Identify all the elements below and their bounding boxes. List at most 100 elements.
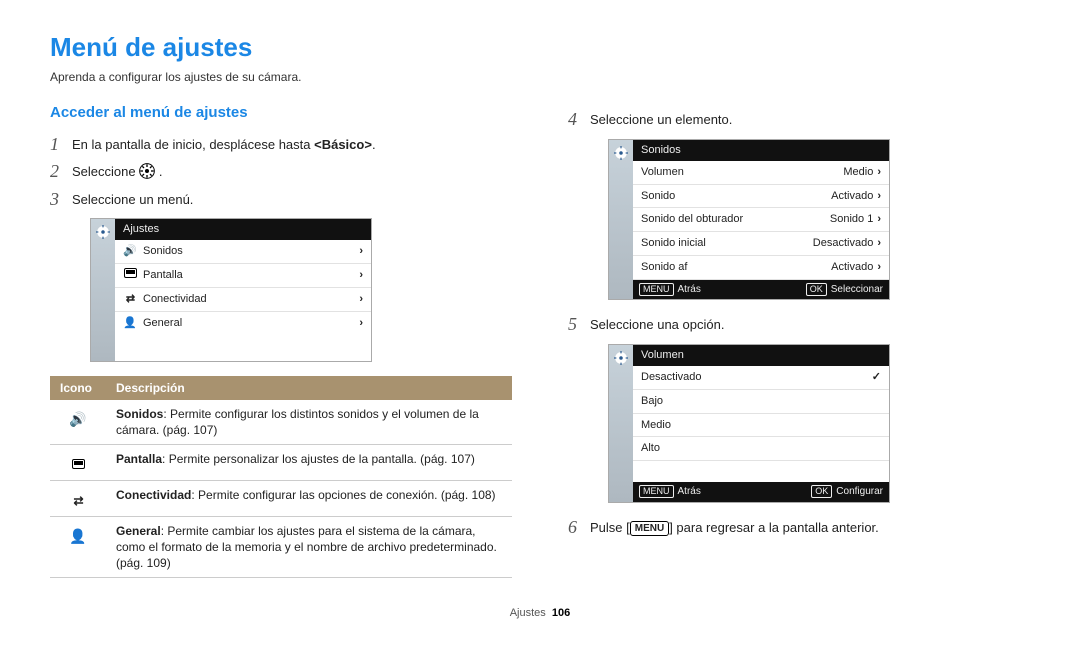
step-1-c: . — [372, 137, 376, 152]
menu-row-general[interactable]: 👤 General › — [115, 312, 371, 335]
menu-button-badge: MENU — [630, 521, 669, 536]
gear-icon — [139, 163, 155, 179]
row-label: Sonido — [641, 189, 675, 204]
general-icon: 👤 — [50, 516, 106, 578]
step-3-text: Seleccione un menú. — [72, 189, 193, 209]
general-icon: 👤 — [123, 316, 137, 331]
step-5-text: Seleccione una opción. — [590, 314, 724, 334]
screen-icon — [123, 268, 137, 283]
gear-tab-icon — [614, 146, 628, 165]
footer-ok[interactable]: Seleccionar — [831, 284, 883, 295]
step-number: 1 — [50, 134, 72, 156]
camera-ui-volume: Volumen Desactivado ✓ Bajo Medio Alto ME… — [608, 344, 890, 503]
footer-back[interactable]: Atrás — [678, 486, 701, 497]
screen-icon — [50, 445, 106, 481]
camera-tab-column — [609, 140, 633, 300]
menu-row-sounds[interactable]: 🔊 Sonidos › — [115, 240, 371, 264]
menu-badge: MENU — [639, 485, 674, 498]
chevron-right-icon: › — [359, 268, 363, 283]
row-label: Sonido del obturador — [641, 212, 743, 227]
chevron-right-icon: › — [359, 316, 363, 331]
ok-badge: OK — [811, 485, 832, 498]
page-footer: Ajustes 106 — [50, 606, 1030, 621]
desc-screen: Pantalla: Permite personalizar los ajust… — [106, 445, 512, 481]
camera-header: Sonidos — [633, 140, 889, 161]
gear-tab-icon — [614, 351, 628, 370]
menu-label: Sonidos — [143, 244, 183, 259]
camera-header: Volumen — [633, 345, 889, 366]
sound-icon: 🔊 — [123, 244, 137, 259]
camera-footer: MENUAtrás OKSeleccionar — [633, 280, 889, 300]
row-value: Sonido 1 — [830, 212, 873, 227]
step-2-b: . — [159, 164, 163, 179]
volume-row-high[interactable]: Alto — [633, 437, 889, 461]
volume-row-low[interactable]: Bajo — [633, 390, 889, 414]
sound-icon: 🔊 — [50, 400, 106, 445]
desc-connectivity: Conectividad: Permite configurar las opc… — [106, 480, 512, 516]
menu-row-connectivity[interactable]: ⇄ Conectividad › — [115, 288, 371, 312]
row-value: Activado — [831, 189, 873, 204]
connectivity-icon: ⇄ — [50, 480, 106, 516]
gear-tab-icon — [96, 225, 110, 244]
camera-ui-settings: Ajustes 🔊 Sonidos › Pantalla › ⇄ Conectivi… — [90, 218, 372, 361]
sounds-row-shutter[interactable]: Sonido del obturador Sonido 1 › — [633, 208, 889, 232]
footer-page: 106 — [552, 607, 570, 619]
connectivity-icon: ⇄ — [123, 292, 137, 307]
chevron-right-icon: › — [877, 212, 881, 227]
step-6-b: ] para regresar a la pantalla anterior. — [669, 520, 879, 535]
step-1-bold: <Básico> — [314, 137, 372, 152]
step-2-text: Seleccione . — [72, 161, 162, 181]
footer-ok[interactable]: Configurar — [836, 486, 883, 497]
sounds-row-startup[interactable]: Sonido inicial Desactivado› — [633, 232, 889, 256]
row-label: Sonido af — [641, 260, 687, 275]
row-label: Desactivado — [641, 370, 702, 385]
menu-label: Conectividad — [143, 292, 207, 307]
menu-label: Pantalla — [143, 268, 183, 283]
ok-badge: OK — [806, 283, 827, 296]
row-label: Sonido inicial — [641, 236, 706, 251]
step-1-text: En la pantalla de inicio, desplácese has… — [72, 134, 376, 154]
volume-row-medium[interactable]: Medio — [633, 414, 889, 438]
row-value: Medio — [843, 165, 873, 180]
step-number: 3 — [50, 189, 72, 211]
step-6-text: Pulse [MENU] para regresar a la pantalla… — [590, 517, 879, 537]
footer-back[interactable]: Atrás — [678, 284, 701, 295]
row-label: Volumen — [641, 165, 684, 180]
camera-footer: MENU Atrás OK Configurar — [633, 482, 889, 502]
camera-tab-column — [609, 345, 633, 502]
row-value: Activado — [831, 260, 873, 275]
menu-row-screen[interactable]: Pantalla › — [115, 264, 371, 288]
step-number: 2 — [50, 161, 72, 183]
step-2-a: Seleccione — [72, 164, 139, 179]
row-label: Medio — [641, 418, 671, 433]
th-desc: Descripción — [106, 376, 512, 400]
step-6-a: Pulse [ — [590, 520, 630, 535]
subtitle: Acceder al menú de ajustes — [50, 103, 512, 123]
row-label: Bajo — [641, 394, 663, 409]
step-number: 5 — [568, 314, 590, 336]
camera-header: Ajustes — [115, 219, 371, 240]
step-1-a: En la pantalla de inicio, desplácese has… — [72, 137, 314, 152]
th-icon: Icono — [50, 376, 106, 400]
sounds-row-af[interactable]: Sonido af Activado › — [633, 256, 889, 280]
check-icon: ✓ — [872, 370, 881, 385]
step-number: 4 — [568, 109, 590, 131]
chevron-right-icon: › — [877, 189, 881, 204]
icon-table: Icono Descripción 🔊 Sonidos: Permite con… — [50, 376, 512, 579]
chevron-right-icon: › — [359, 292, 363, 307]
desc-sounds: Sonidos: Permite configurar los distinto… — [106, 400, 512, 445]
desc-general: General: Permite cambiar los ajustes par… — [106, 516, 512, 578]
chevron-right-icon: › — [359, 244, 363, 259]
step-number: 6 — [568, 517, 590, 539]
volume-row-off[interactable]: Desactivado ✓ — [633, 366, 889, 390]
camera-ui-sounds: Sonidos Volumen Medio› Sonido Activado› … — [608, 139, 890, 301]
footer-label: Ajustes — [510, 607, 546, 619]
chevron-right-icon: › — [877, 165, 881, 180]
chevron-right-icon: › — [877, 260, 881, 275]
page-title: Menú de ajustes — [50, 30, 1030, 65]
sounds-row-volume[interactable]: Volumen Medio › — [633, 161, 889, 185]
camera-tab-column — [91, 219, 115, 360]
page-intro: Aprenda a configurar los ajustes de su c… — [50, 69, 1030, 85]
menu-label: General — [143, 316, 182, 331]
sounds-row-sound[interactable]: Sonido Activado › — [633, 185, 889, 209]
